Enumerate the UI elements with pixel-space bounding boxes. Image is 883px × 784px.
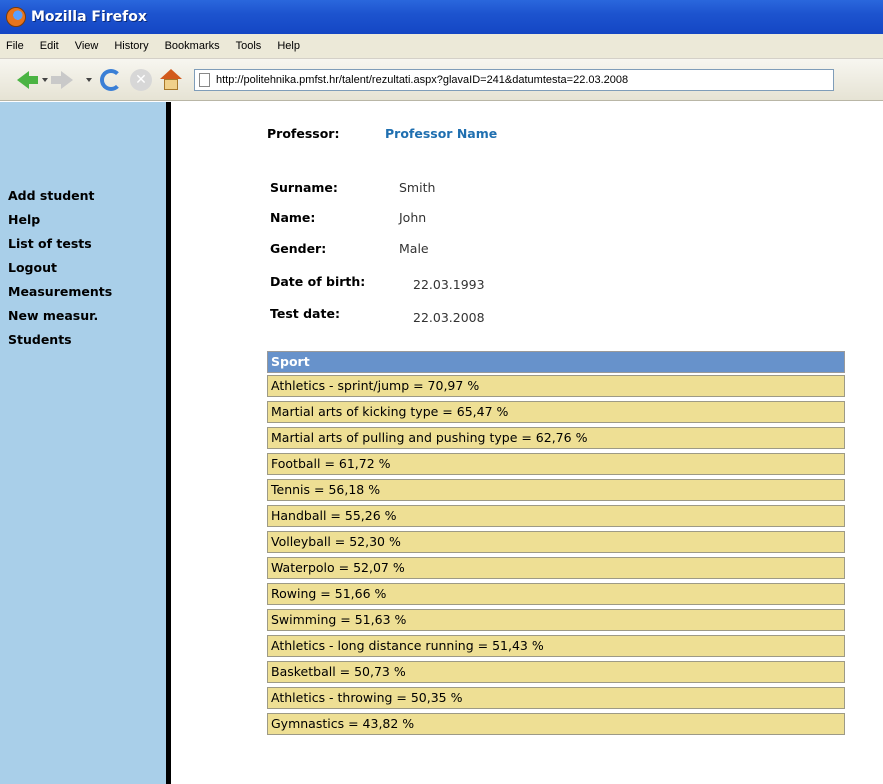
gender-label: Gender:: [270, 241, 327, 256]
dob-label: Date of birth:: [270, 274, 366, 289]
sidebar-item-students[interactable]: Students: [8, 328, 112, 352]
sport-table: Sport Athletics - sprint/jump = 70,97 % …: [267, 351, 845, 739]
professor-label: Professor:: [267, 126, 340, 141]
menu-bar: File Edit View History Bookmarks Tools H…: [0, 34, 883, 59]
professor-name: Professor Name: [385, 126, 498, 141]
reload-icon: [100, 68, 122, 91]
table-row: Tennis = 56,18 %: [267, 479, 845, 501]
sport-table-header: Sport: [267, 351, 845, 373]
name-value: John: [399, 210, 427, 225]
table-row: Athletics - long distance running = 51,4…: [267, 635, 845, 657]
menu-file[interactable]: File: [4, 40, 32, 52]
table-row: Martial arts of pulling and pushing type…: [267, 427, 845, 449]
firefox-logo-icon: [6, 7, 26, 27]
dob-value: 22.03.1993: [413, 277, 485, 292]
table-row: Martial arts of kicking type = 65,47 %: [267, 401, 845, 423]
dob-row: Date of birth: 22.03.1993: [270, 274, 690, 294]
table-row: Athletics - sprint/jump = 70,97 %: [267, 375, 845, 397]
window-title: Mozilla Firefox: [31, 9, 147, 25]
menu-tools[interactable]: Tools: [228, 40, 270, 52]
table-row: Athletics - throwing = 50,35 %: [267, 687, 845, 709]
page-icon: [199, 72, 210, 87]
forward-history-dropdown-icon[interactable]: [86, 77, 92, 82]
table-row: Swimming = 51,63 %: [267, 609, 845, 631]
name-label: Name:: [270, 210, 316, 225]
table-row: Gymnastics = 43,82 %: [267, 713, 845, 735]
table-row: Waterpolo = 52,07 %: [267, 557, 845, 579]
menu-bookmarks[interactable]: Bookmarks: [157, 40, 228, 52]
sidebar-item-add-student[interactable]: Add student: [8, 184, 112, 208]
test-date-row: Test date: 22.03.2008: [270, 306, 690, 326]
table-row: Rowing = 51,66 %: [267, 583, 845, 605]
menu-edit[interactable]: Edit: [32, 40, 67, 52]
name-row: Name: John: [270, 210, 690, 230]
stop-button[interactable]: ✕: [126, 65, 156, 95]
surname-row: Surname: Smith: [270, 180, 690, 200]
test-date-label: Test date:: [270, 306, 340, 321]
gender-row: Gender: Male: [270, 241, 690, 261]
back-history-dropdown-icon[interactable]: [42, 77, 48, 82]
sidebar-nav: Add student Help List of tests Logout Me…: [8, 184, 112, 352]
forward-button[interactable]: [51, 65, 82, 95]
sidebar-item-help[interactable]: Help: [8, 208, 112, 232]
back-arrow-icon: [17, 70, 38, 89]
navigation-toolbar: ✕ http://politehnika.pmfst.hr/talent/rez…: [0, 59, 883, 101]
surname-label: Surname:: [270, 180, 338, 195]
window-titlebar: Mozilla Firefox: [0, 0, 883, 34]
sidebar-item-new-measurement[interactable]: New measur.: [8, 304, 112, 328]
menu-history[interactable]: History: [106, 40, 156, 52]
home-button[interactable]: [156, 65, 186, 95]
reload-button[interactable]: [96, 65, 126, 95]
sidebar-item-measurements[interactable]: Measurements: [8, 280, 112, 304]
test-date-value: 22.03.2008: [413, 310, 485, 325]
menu-view[interactable]: View: [67, 40, 107, 52]
gender-value: Male: [399, 241, 429, 256]
table-row: Handball = 55,26 %: [267, 505, 845, 527]
sidebar: Add student Help List of tests Logout Me…: [0, 102, 166, 784]
table-row: Basketball = 50,73 %: [267, 661, 845, 683]
main-content: Professor: Professor Name Surname: Smith…: [171, 102, 883, 784]
table-row: Football = 61,72 %: [267, 453, 845, 475]
home-icon: [160, 68, 182, 91]
url-text[interactable]: http://politehnika.pmfst.hr/talent/rezul…: [216, 74, 628, 86]
address-bar[interactable]: http://politehnika.pmfst.hr/talent/rezul…: [194, 68, 834, 91]
sidebar-item-logout[interactable]: Logout: [8, 256, 112, 280]
menu-help[interactable]: Help: [269, 40, 308, 52]
table-row: Volleyball = 52,30 %: [267, 531, 845, 553]
back-button[interactable]: [8, 65, 38, 95]
sidebar-item-list-of-tests[interactable]: List of tests: [8, 232, 112, 256]
forward-arrow-icon: [51, 70, 73, 89]
surname-value: Smith: [399, 180, 436, 195]
stop-icon: ✕: [130, 68, 152, 91]
